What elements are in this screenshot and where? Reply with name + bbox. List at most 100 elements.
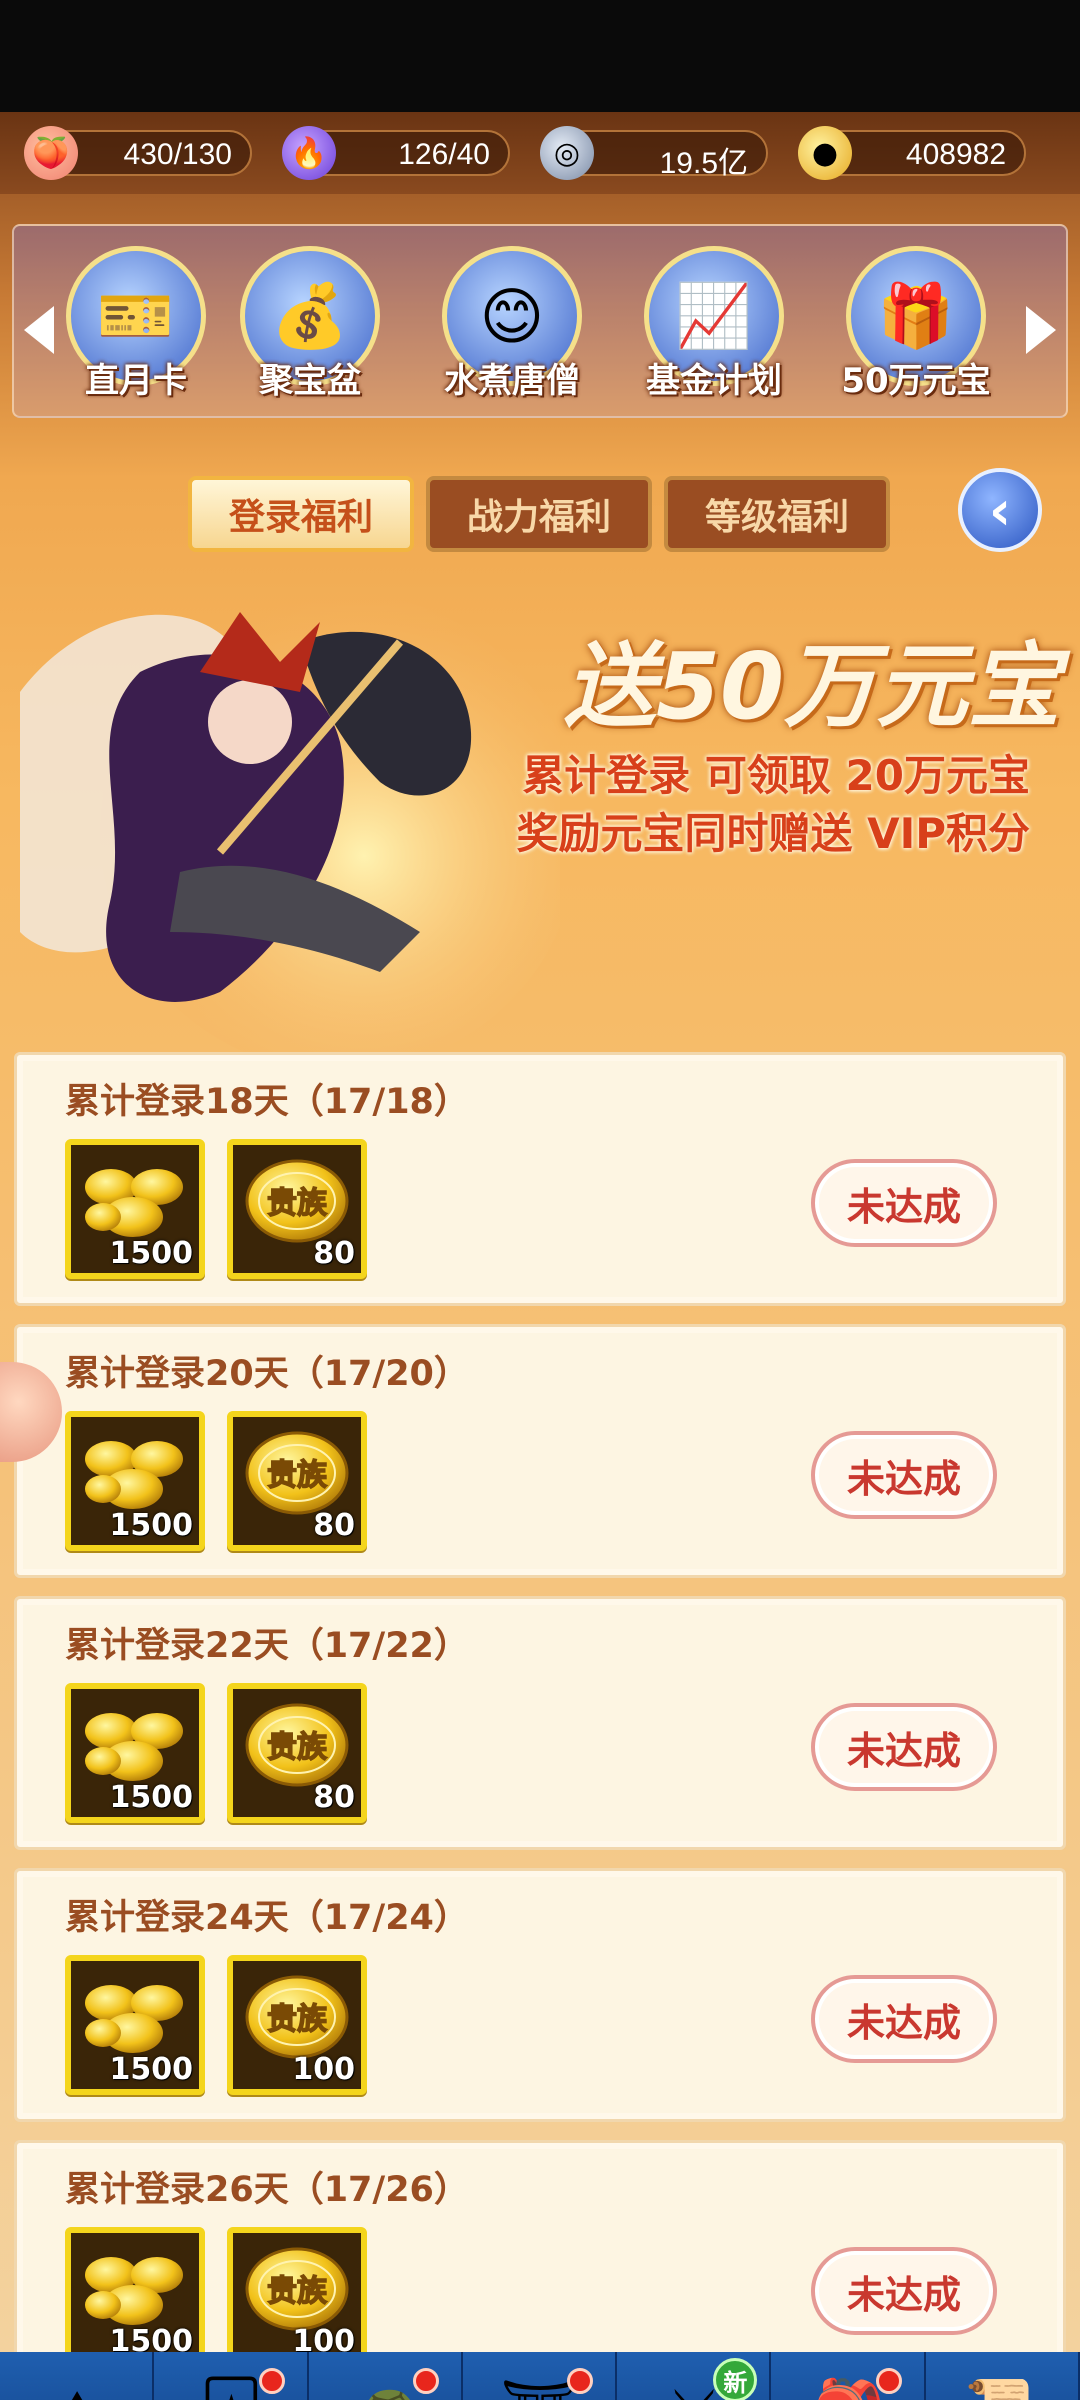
gold-ingots-icon xyxy=(85,1713,183,1781)
gold-ingots-icon xyxy=(85,1169,183,1237)
spirit-flame-icon: 🔥 xyxy=(282,126,336,180)
reward-row: 累计登录22天（17/22） 1500 贵族 80 未达成 xyxy=(14,1596,1066,1850)
reward-row: 累计登录20天（17/20） 1500 贵族 80 未达成 xyxy=(14,1324,1066,1578)
banner-title: 送50万元宝 xyxy=(563,633,1060,740)
shortcut-label: 聚宝盆 xyxy=(259,361,361,401)
noble-token-label: 贵族 xyxy=(267,2002,328,2037)
reward-row-title: 累计登录26天（17/26） xyxy=(65,2170,469,2210)
notification-dot-icon xyxy=(258,2368,285,2394)
shortcut-carousel: 🎫 直月卡 💰 聚宝盆 😊 水煮唐僧 📈 基金计划 🎁 50万元宝 xyxy=(12,224,1068,418)
reward-item-count: 100 xyxy=(292,2324,355,2352)
reward-item-count: 80 xyxy=(313,1508,355,1543)
nav-item-dungeon[interactable]: ⛩副本 xyxy=(463,2352,618,2400)
noble-token-icon: 贵族 xyxy=(245,2247,349,2331)
arrow-left-icon[interactable] xyxy=(24,306,54,354)
shortcut-treasure-bowl[interactable]: 💰 聚宝盆 xyxy=(230,246,390,406)
noble-token-icon: 贵族 xyxy=(245,1703,349,1787)
reward-item[interactable]: 1500 xyxy=(65,1955,205,2095)
tab-login-welfare[interactable]: 登录福利 xyxy=(188,476,414,552)
noble-token-label: 贵族 xyxy=(267,1730,328,1765)
resource-bar: 🍑 430/130 🔥 126/40 ◎ 19.5亿 ● 408982 xyxy=(0,112,1080,194)
resource-peach[interactable]: 🍑 430/130 xyxy=(24,126,252,180)
noble-token-icon: 贵族 xyxy=(245,1159,349,1243)
resource-gold[interactable]: ● 408982 xyxy=(798,126,1026,180)
shortcut-monthly-card[interactable]: 🎫 直月卡 xyxy=(56,246,216,406)
shortcut-label: 直月卡 xyxy=(85,361,187,401)
reward-item[interactable]: 1500 xyxy=(65,1139,205,1279)
claim-status-button[interactable]: 未达成 xyxy=(811,2247,997,2335)
new-badge: 新 xyxy=(713,2358,758,2400)
peach-icon: 🍑 xyxy=(24,126,78,180)
reward-item[interactable]: 贵族 80 xyxy=(227,1683,367,1823)
scroll-icon: 📜 xyxy=(950,2360,1056,2400)
reward-item[interactable]: 1500 xyxy=(65,2227,205,2352)
welfare-screen: 🍑 430/130 🔥 126/40 ◎ 19.5亿 ● 408982 🎫 直月… xyxy=(0,112,1080,2400)
reward-row: 累计登录26天（17/26） 1500 贵族 100 未达成 xyxy=(14,2140,1066,2352)
gold-ingot-icon: ● xyxy=(798,126,852,180)
bottom-nav: ⛰首页🃏阵容🐢历练⛩副本⚔新斗法🎒背包📜寻仙 xyxy=(0,2352,1080,2400)
reward-row: 累计登录24天（17/24） 1500 贵族 100 未达成 xyxy=(14,1868,1066,2122)
reward-item-count: 100 xyxy=(292,2052,355,2087)
arrow-right-icon[interactable] xyxy=(1026,306,1056,354)
resource-value: 408982 xyxy=(905,138,1006,171)
shortcut-fund-plan[interactable]: 📈 基金计划 xyxy=(634,246,794,406)
gold-ingots-icon xyxy=(85,1441,183,1509)
reward-list[interactable]: 累计登录18天（17/18） 1500 贵族 80 未达成 累计登录20天（17/20） 1… xyxy=(14,1052,1066,2352)
gold-ingots-icon xyxy=(85,1985,183,2053)
back-arrow-icon: ‹ xyxy=(988,478,1012,542)
nav-item-backpack[interactable]: 🎒背包 xyxy=(771,2352,926,2400)
nav-item-training[interactable]: 🐢历练 xyxy=(309,2352,463,2400)
resource-value: 19.5亿 xyxy=(659,147,748,180)
home-icon: ⛰ xyxy=(24,2360,130,2400)
reward-item[interactable]: 1500 xyxy=(65,1411,205,1551)
banner-line-2: 奖励元宝同时赠送 VIP积分 xyxy=(516,809,1030,858)
nav-item-home[interactable]: ⛰首页 xyxy=(0,2352,155,2400)
tab-power-welfare[interactable]: 战力福利 xyxy=(426,476,652,552)
reward-item[interactable]: 贵族 80 xyxy=(227,1139,367,1279)
reward-item-count: 1500 xyxy=(109,2324,194,2352)
resource-value: 430/130 xyxy=(123,138,232,171)
tab-level-welfare[interactable]: 等级福利 xyxy=(664,476,890,552)
notification-dot-icon xyxy=(567,2368,594,2394)
reward-item[interactable]: 贵族 100 xyxy=(227,2227,367,2352)
nav-item-scroll[interactable]: 📜寻仙 xyxy=(926,2352,1080,2400)
shortcut-monk[interactable]: 😊 水煮唐僧 xyxy=(432,246,592,406)
back-button[interactable]: ‹ xyxy=(958,468,1042,552)
nav-item-lineup[interactable]: 🃏阵容 xyxy=(154,2352,309,2400)
shortcut-label: 基金计划 xyxy=(646,361,782,401)
reward-row: 累计登录18天（17/18） 1500 贵族 80 未达成 xyxy=(14,1052,1066,1306)
noble-token-icon: 贵族 xyxy=(245,1431,349,1515)
reward-item-count: 80 xyxy=(313,1236,355,1271)
reward-item[interactable]: 贵族 100 xyxy=(227,1955,367,2095)
resource-coin[interactable]: ◎ 19.5亿 xyxy=(540,126,768,180)
copper-coin-icon: ◎ xyxy=(540,126,594,180)
notification-dot-icon xyxy=(875,2368,902,2394)
reward-item-count: 1500 xyxy=(109,2052,194,2087)
reward-item-count: 1500 xyxy=(109,1236,194,1271)
claim-status-button[interactable]: 未达成 xyxy=(811,1975,997,2063)
reward-item-count: 80 xyxy=(313,1780,355,1815)
reward-item[interactable]: 贵族 80 xyxy=(227,1411,367,1551)
claim-status-button[interactable]: 未达成 xyxy=(811,1703,997,1791)
noble-token-label: 贵族 xyxy=(267,2274,328,2309)
noble-token-icon: 贵族 xyxy=(245,1975,349,2059)
resource-flame[interactable]: 🔥 126/40 xyxy=(282,126,510,180)
gold-ingots-icon xyxy=(85,2257,183,2325)
shortcut-treasure-chest[interactable]: 🎁 50万元宝 xyxy=(836,246,996,406)
notification-dot-icon xyxy=(412,2368,439,2394)
claim-status-button[interactable]: 未达成 xyxy=(811,1431,997,1519)
reward-item[interactable]: 1500 xyxy=(65,1683,205,1823)
reward-item-count: 1500 xyxy=(109,1508,194,1543)
welfare-tabs: 登录福利 战力福利 等级福利 xyxy=(188,476,890,552)
reward-item-count: 1500 xyxy=(109,1780,194,1815)
claim-status-button[interactable]: 未达成 xyxy=(811,1159,997,1247)
banner-line-1: 累计登录 可领取 20万元宝 xyxy=(522,751,1030,800)
shortcut-label: 水煮唐僧 xyxy=(444,361,580,401)
shortcut-label: 50万元宝 xyxy=(841,361,991,401)
reward-row-title: 累计登录20天（17/20） xyxy=(65,1354,469,1394)
noble-token-label: 贵族 xyxy=(267,1186,328,1221)
resource-value: 126/40 xyxy=(398,138,490,171)
reward-row-title: 累计登录22天（17/22） xyxy=(65,1626,469,1666)
reward-row-title: 累计登录24天（17/24） xyxy=(65,1898,469,1938)
nav-item-duel[interactable]: ⚔新斗法 xyxy=(617,2352,772,2400)
